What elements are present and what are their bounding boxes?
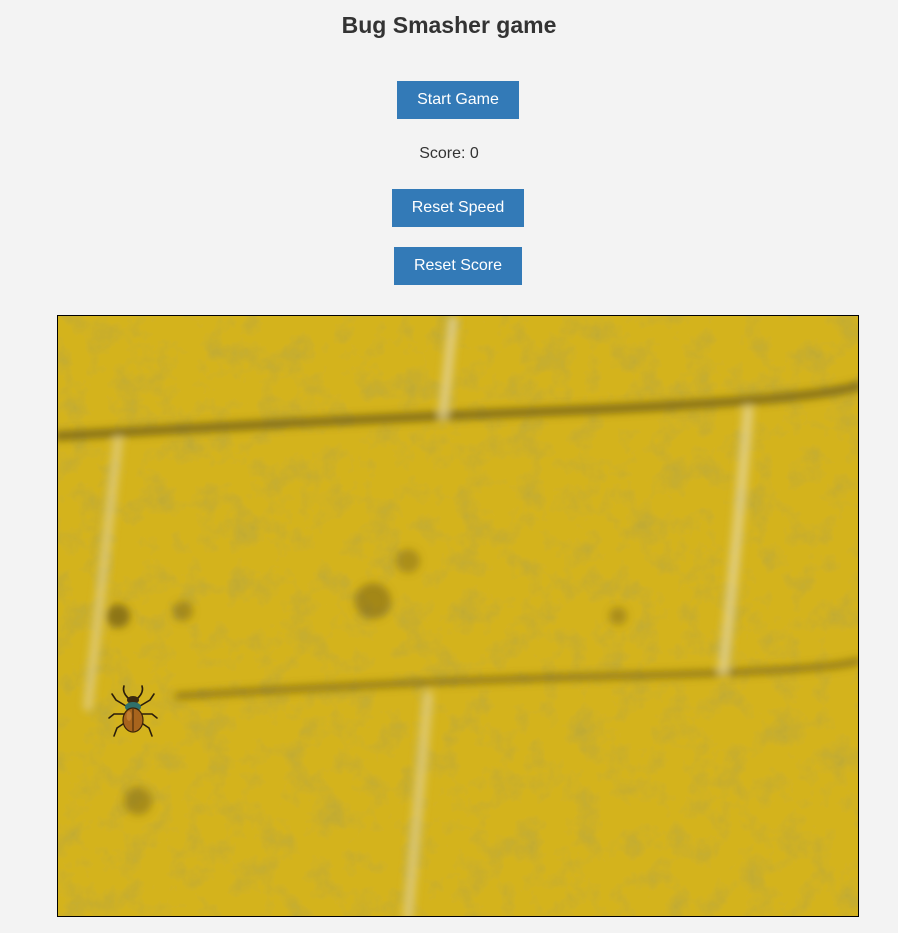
start-game-button[interactable]: Start Game [397,81,519,119]
game-board[interactable] [57,315,859,917]
reset-speed-button[interactable]: Reset Speed [392,189,524,227]
score-display: Score: 0 [419,145,479,162]
stone-wall-background [58,316,858,916]
game-title: Bug Smasher game [341,12,557,38]
bug-icon[interactable] [106,684,160,740]
reset-score-button[interactable]: Reset Score [394,247,522,285]
